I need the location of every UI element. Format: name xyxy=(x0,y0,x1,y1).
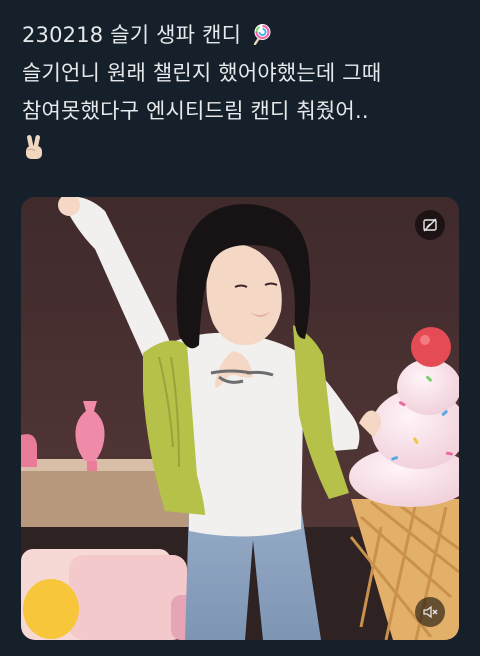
tweet-text: 230218 슬기 생파 캔디 슬기언니 원래 챌린지 했어야했는데 그때 참여… xyxy=(22,16,462,168)
tweet-line-1-text: 230218 슬기 생파 캔디 xyxy=(22,23,242,47)
tweet-line-2: 슬기언니 원래 챌린지 했어야했는데 그때 xyxy=(22,61,382,85)
no-image-icon[interactable] xyxy=(415,210,445,240)
tweet-line-3: 참여못했다구 엔시티드림 캔디 춰줬어.. xyxy=(22,99,369,123)
lollipop-icon xyxy=(250,19,272,46)
tweet-video[interactable] xyxy=(21,197,459,640)
tweet-line-1: 230218 슬기 생파 캔디 xyxy=(22,16,462,54)
pillows xyxy=(21,549,211,640)
tweet-line-4 xyxy=(22,130,462,168)
victory-hand-icon xyxy=(22,134,46,162)
muted-speaker-icon[interactable] xyxy=(415,597,445,627)
video-frame xyxy=(21,197,459,640)
